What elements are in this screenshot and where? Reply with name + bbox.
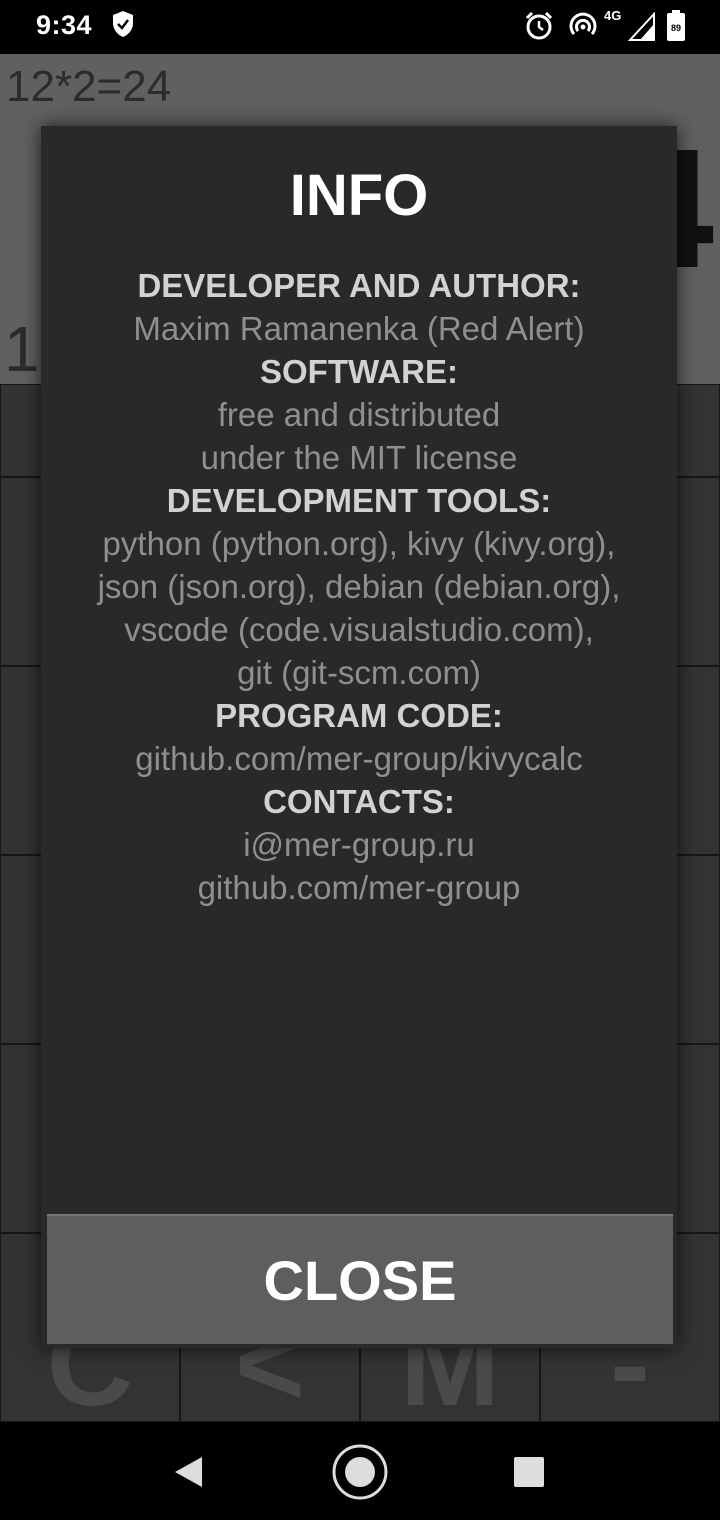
program-code-text: github.com/mer-group/kivycalc [135, 740, 583, 777]
software-text: under the MIT license [200, 439, 518, 476]
status-bar: 9:34 4G 89 [0, 0, 720, 54]
contacts-heading: CONTACTS: [263, 783, 455, 820]
dialog-body: DEVELOPER AND AUTHOR: Maxim Ramanenka (R… [41, 264, 677, 909]
program-code-heading: PROGRAM CODE: [215, 697, 503, 734]
expression-text: 12*2=24 [6, 62, 172, 111]
dialog-title: INFO [289, 163, 429, 228]
tools-text: git (git-scm.com) [237, 654, 481, 691]
developer-text: Maxim Ramanenka (Red Alert) [133, 310, 585, 347]
home-icon[interactable] [331, 1443, 389, 1506]
status-time: 9:34 [36, 10, 93, 40]
tools-text: python (python.org), kivy (kivy.org), [102, 525, 616, 562]
battery-icon: 89 [666, 10, 686, 47]
hotspot-icon [568, 12, 598, 45]
memory-value: 1 [4, 313, 40, 385]
alarm-icon [524, 11, 554, 46]
network-label: 4G [604, 8, 622, 23]
developer-heading: DEVELOPER AND AUTHOR: [137, 267, 581, 304]
tools-heading: DEVELOPMENT TOOLS: [166, 482, 552, 519]
battery-level: 89 [670, 23, 681, 33]
software-text: free and distributed [217, 396, 501, 433]
tools-text: json (json.org), debian (debian.org), [97, 568, 621, 605]
shield-icon [112, 10, 134, 43]
contacts-email: i@mer-group.ru [243, 826, 475, 863]
info-dialog: INFO DEVELOPER AND AUTHOR: Maxim Ramanen… [41, 126, 677, 1348]
close-button[interactable]: CLOSE [47, 1214, 673, 1344]
navigation-bar [0, 1422, 720, 1520]
tools-text: vscode (code.visualstudio.com), [124, 611, 594, 648]
recents-icon[interactable] [513, 1456, 545, 1493]
signal-icon [627, 11, 656, 47]
software-heading: SOFTWARE: [260, 353, 458, 390]
back-icon[interactable] [170, 1454, 206, 1495]
contacts-github: github.com/mer-group [197, 869, 521, 906]
